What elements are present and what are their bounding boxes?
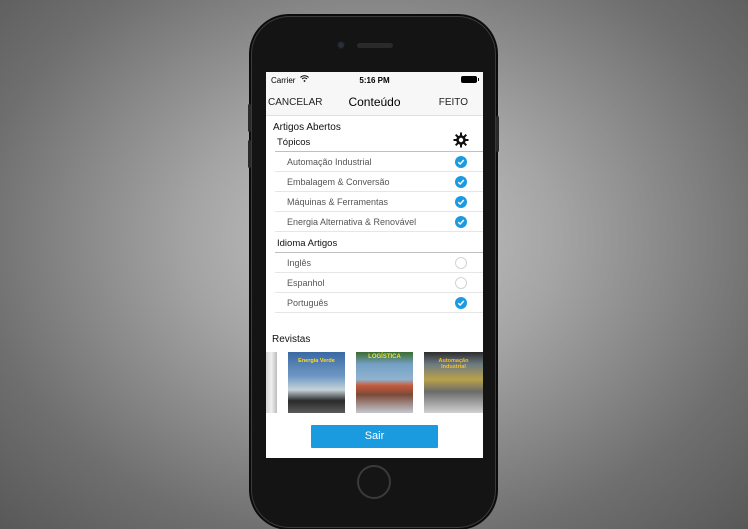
magazine-title: Energia Verde (298, 358, 335, 364)
magazines-header: Revistas (272, 334, 311, 345)
section-title: Artigos Abertos (273, 122, 341, 133)
topics-header: Tópicos (277, 137, 311, 148)
magazine-cover[interactable] (266, 352, 277, 413)
magazine-title: LOGÍSTICA (368, 354, 401, 360)
unchecked-icon[interactable] (455, 257, 467, 269)
topic-row[interactable]: Embalagem & Conversão (275, 172, 483, 192)
language-row[interactable]: Português (275, 293, 483, 313)
battery-icon (461, 76, 479, 83)
language-label: Espanhol (287, 278, 325, 288)
status-time: 5:16 PM (359, 76, 390, 85)
magazine-cover[interactable]: Automação Industrial (424, 352, 483, 413)
checked-icon[interactable] (455, 156, 467, 168)
topic-label: Energia Alternativa & Renovável (287, 217, 417, 227)
app-screen: Carrier 5:16 PM CANCELAR Conteúdo FEITO … (266, 72, 483, 458)
magazine-title: Automação Industrial (438, 358, 469, 370)
checked-icon[interactable] (455, 196, 467, 208)
unchecked-icon[interactable] (455, 277, 467, 289)
checked-icon[interactable] (455, 297, 467, 309)
topic-row[interactable]: Energia Alternativa & Renovável (275, 212, 483, 232)
magazine-cover[interactable]: Energia Verde (288, 352, 345, 413)
magazine-cover[interactable]: LOGÍSTICA (356, 352, 413, 413)
gear-icon[interactable] (453, 132, 469, 148)
language-label: Português (287, 298, 329, 308)
logout-button[interactable]: Sair (311, 425, 438, 448)
navigation-bar: CANCELAR Conteúdo FEITO (266, 88, 483, 116)
volume-button (248, 140, 251, 168)
topic-label: Máquinas & Ferramentas (287, 197, 389, 207)
power-button (496, 116, 499, 152)
magazine-carousel[interactable]: Energia Verde LOGÍSTICA Automação Indust… (266, 352, 483, 414)
front-camera (337, 41, 345, 49)
volume-button (248, 104, 251, 132)
topic-row[interactable]: Máquinas & Ferramentas (275, 192, 483, 212)
topic-label: Automação Industrial (287, 157, 372, 167)
language-row[interactable]: Espanhol (275, 273, 483, 293)
topic-row[interactable]: Automação Industrial (275, 152, 483, 172)
checked-icon[interactable] (455, 176, 467, 188)
home-button[interactable] (357, 465, 391, 499)
status-bar: Carrier 5:16 PM (266, 72, 483, 88)
language-header: Idioma Artigos (277, 238, 338, 249)
checked-icon[interactable] (455, 216, 467, 228)
topic-label: Embalagem & Conversão (287, 177, 390, 187)
language-label: Inglês (287, 258, 312, 268)
earpiece-speaker (357, 43, 393, 48)
done-button[interactable]: FEITO (439, 97, 468, 108)
language-row[interactable]: Inglês (275, 253, 483, 273)
